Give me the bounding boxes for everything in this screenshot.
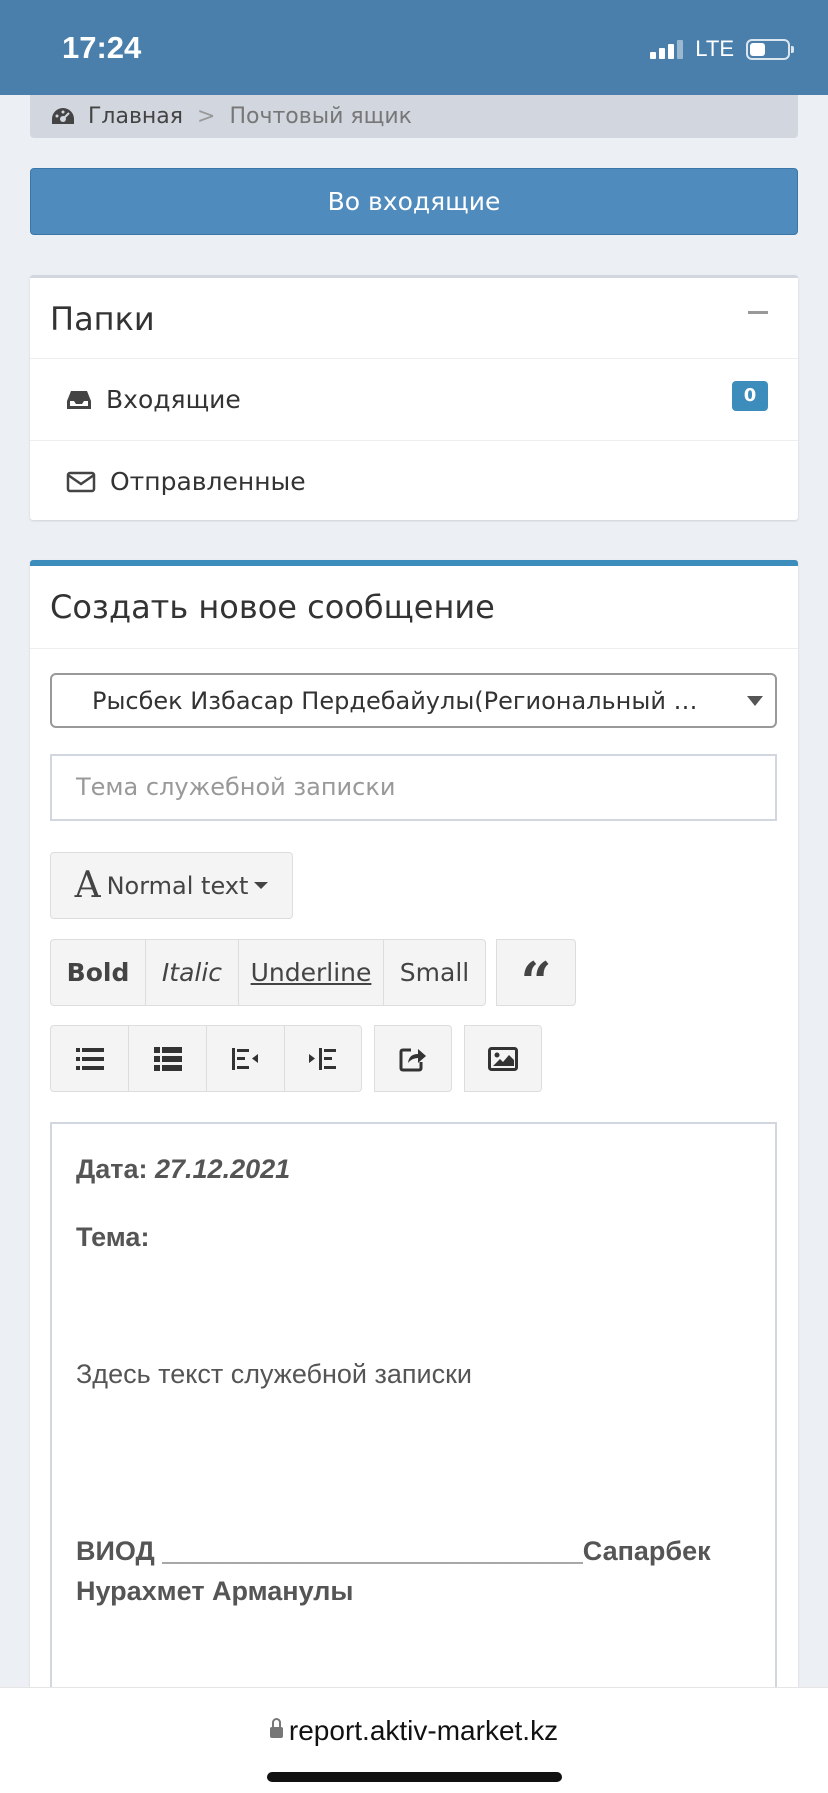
recipient-select[interactable]: Рысбек Избасар Пердебайулы(Региональный … bbox=[50, 673, 777, 728]
insert-image-button[interactable] bbox=[464, 1025, 542, 1092]
status-indicators: LTE bbox=[650, 36, 794, 62]
compose-panel: Создать новое сообщение Рысбек Избасар П… bbox=[30, 560, 798, 1742]
browser-bottom-bar: report.aktiv-market.kz bbox=[0, 1687, 828, 1793]
recipient-value: Рысбек Избасар Пердебайулы(Региональный … bbox=[92, 687, 712, 715]
date-value: 27.12.2021 bbox=[155, 1154, 291, 1184]
collapse-icon[interactable] bbox=[748, 311, 768, 314]
caret-down-icon bbox=[254, 882, 269, 889]
indent-button[interactable] bbox=[284, 1025, 362, 1092]
list-ol-icon bbox=[153, 1046, 182, 1071]
blockquote-button[interactable]: “ bbox=[496, 939, 576, 1014]
list-button-group bbox=[50, 1025, 362, 1092]
compose-header: Создать новое сообщение bbox=[30, 566, 798, 649]
envelope-icon bbox=[66, 471, 96, 492]
back-to-inbox-button[interactable]: Во входящие bbox=[30, 168, 798, 235]
signature-line-1: ВИОД ____________________________Сапарбе… bbox=[76, 1536, 711, 1566]
inbox-count-badge: 0 bbox=[732, 381, 768, 411]
folders-title: Папки bbox=[50, 300, 155, 338]
bold-button[interactable]: Bold bbox=[50, 939, 145, 1006]
list-ul-icon bbox=[75, 1047, 104, 1070]
outdent-icon bbox=[231, 1047, 258, 1070]
folder-label-inbox: Входящие bbox=[106, 385, 241, 414]
network-type: LTE bbox=[695, 36, 734, 61]
share-icon bbox=[399, 1048, 426, 1071]
folder-item-sent[interactable]: Отправленные bbox=[30, 441, 798, 522]
chevron-down-icon bbox=[747, 696, 763, 706]
unordered-list-button[interactable] bbox=[50, 1025, 128, 1092]
status-time: 17:24 bbox=[62, 30, 142, 65]
editor-date-line: Дата: 27.12.2021 bbox=[76, 1154, 290, 1185]
link-button-group bbox=[374, 1025, 452, 1092]
ordered-list-button[interactable] bbox=[128, 1025, 206, 1092]
outdent-button[interactable] bbox=[206, 1025, 284, 1092]
compose-title: Создать новое сообщение bbox=[50, 588, 495, 626]
breadcrumb-current: Почтовый ящик bbox=[229, 103, 412, 129]
text-style-label: Normal text bbox=[106, 871, 249, 900]
format-button-group: Bold Italic Underline Small bbox=[50, 939, 486, 1006]
message-editor[interactable]: Дата: 27.12.2021 Тема: Здесь текст служе… bbox=[50, 1122, 777, 1742]
url-text: report.aktiv-market.kz bbox=[288, 1715, 559, 1746]
indent-icon bbox=[309, 1047, 336, 1070]
image-icon bbox=[488, 1046, 518, 1071]
lock-icon bbox=[269, 1718, 283, 1739]
date-label: Дата: bbox=[76, 1154, 148, 1184]
signal-icon bbox=[650, 39, 684, 59]
status-bar: 17:24 LTE bbox=[0, 0, 828, 95]
topic-label: Тема: bbox=[76, 1222, 150, 1252]
inbox-icon bbox=[67, 390, 91, 409]
subject-input[interactable]: Тема служебной записки bbox=[50, 754, 777, 821]
breadcrumb-home[interactable]: Главная bbox=[88, 104, 183, 129]
folders-header: Папки bbox=[30, 278, 798, 359]
breadcrumb-separator: > bbox=[197, 103, 216, 129]
quote-button-group: “ bbox=[496, 939, 576, 1014]
folder-label-sent: Отправленные bbox=[110, 467, 306, 496]
url-bar[interactable]: report.aktiv-market.kz bbox=[0, 1715, 828, 1747]
folders-panel: Папки Входящие 0 Отправленные bbox=[30, 275, 798, 520]
text-style-dropdown[interactable]: A Normal text bbox=[50, 852, 293, 919]
folder-item-inbox[interactable]: Входящие 0 bbox=[30, 359, 798, 441]
signature-line-2: Нурахмет Арманулы bbox=[76, 1576, 354, 1606]
insert-link-button[interactable] bbox=[374, 1025, 452, 1092]
small-button[interactable]: Small bbox=[383, 939, 486, 1006]
font-icon: A bbox=[74, 865, 101, 906]
underline-button[interactable]: Underline bbox=[238, 939, 383, 1006]
image-button-group bbox=[464, 1025, 542, 1092]
dashboard-icon bbox=[52, 108, 74, 124]
battery-icon bbox=[746, 38, 794, 60]
italic-button[interactable]: Italic bbox=[145, 939, 238, 1006]
home-indicator[interactable] bbox=[267, 1772, 562, 1782]
body-text: Здесь текст служебной записки bbox=[76, 1359, 473, 1389]
